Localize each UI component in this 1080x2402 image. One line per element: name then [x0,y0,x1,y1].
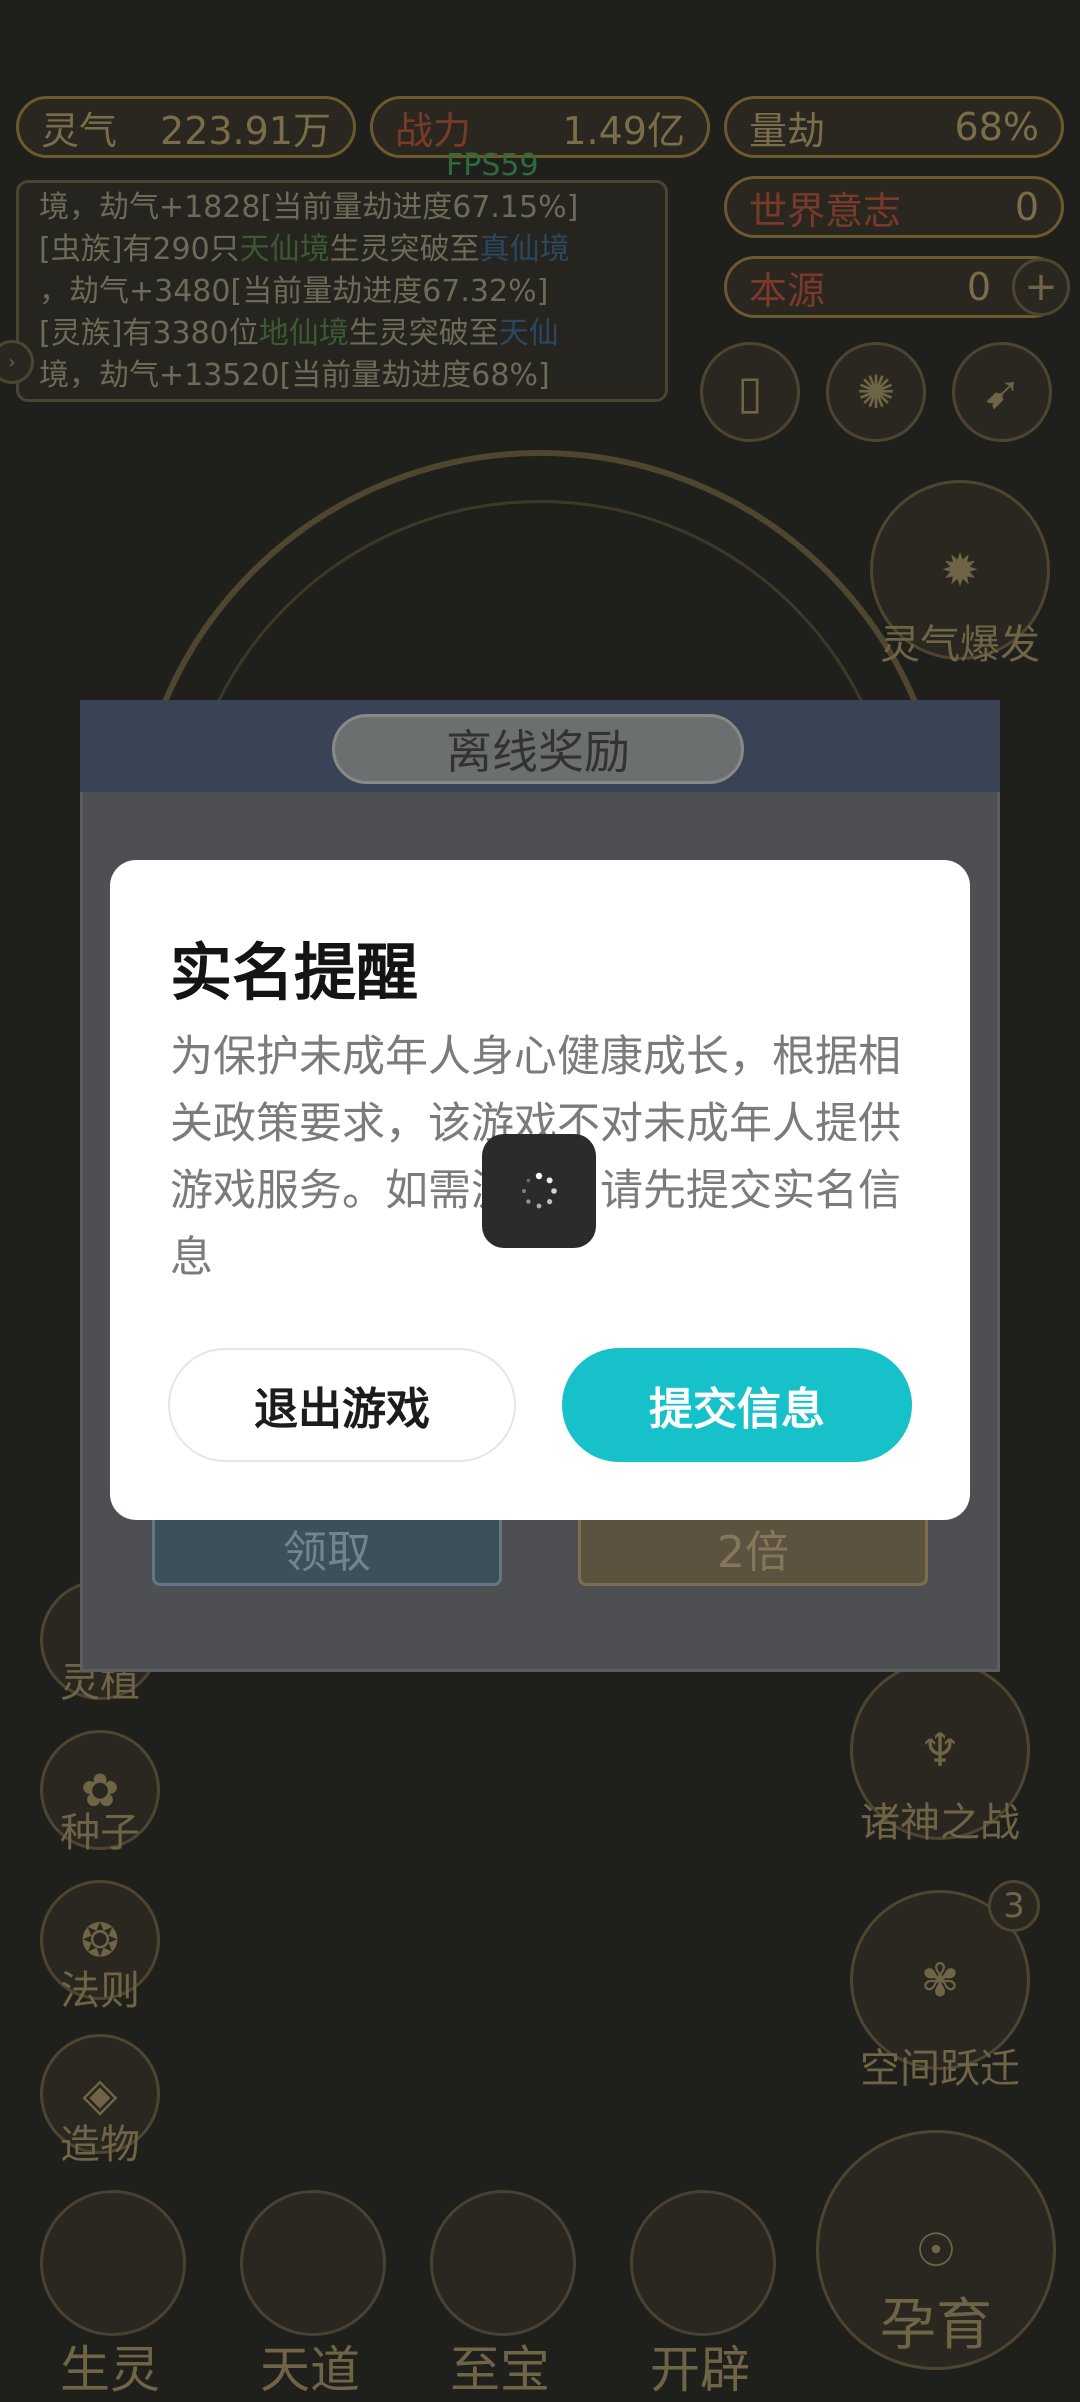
scroll-icon[interactable]: ➹ [952,342,1052,442]
bottom-nav-label: 开辟 [650,2341,750,2399]
space-jump-label: 空间跃迁 [860,2046,1020,2092]
bottom-nav-label: 生灵 [60,2341,160,2399]
swirl-icon[interactable]: ✺ [826,342,926,442]
bottom-nav-label: 天道 [260,2341,360,2399]
log-line-2b: 天仙境 [239,232,330,267]
log-line-3: ，劫气+3480[当前量劫进度67.32%] [39,274,549,309]
log-line-4a: [灵族]有3380位 [39,316,259,351]
log-line-4c: 生灵突破至 [348,316,499,351]
bottom-nav-tiandao[interactable]: 天道 [220,2190,400,2399]
submit-info-button[interactable]: 提交信息 [562,1348,912,1462]
incubate-label: 孕育 [880,2293,992,2358]
battle-gods-label: 诸神之战 [860,1800,1020,1846]
tiandao-icon [240,2190,386,2336]
zhanli-stat: 战力 1.49亿 [370,96,710,158]
zhibao-icon [430,2190,576,2336]
law-label: 法则 [60,1968,140,2014]
offline-reward-title: 离线奖励 [332,714,744,784]
log-line-5: 境，劫气+13520[当前量劫进度68%] [39,358,550,393]
liangjie-stat: 量劫 68% [724,96,1064,158]
liangjie-value: 68% [954,105,1039,149]
world-will-value: 0 [1014,185,1039,229]
loading-spinner-icon [522,1172,557,1209]
log-line-2c: 生灵突破至 [329,232,480,267]
book-icon[interactable]: ▯ [700,342,800,442]
world-will-label: 世界意志 [749,188,902,233]
bottom-nav-label: 至宝 [450,2341,550,2399]
log-line-2d: 真仙境 [479,232,570,267]
zhanli-value: 1.49亿 [562,108,685,153]
benyuan-value: 0 [966,265,991,309]
zhanli-label: 战力 [395,108,472,153]
bottom-nav-zhibao[interactable]: 至宝 [410,2190,590,2399]
lingqi-label: 灵气 [41,108,118,153]
seed-label: 种子 [60,1810,140,1856]
log-line-2a: [虫族]有290只 [39,232,240,267]
shengling-icon [40,2190,186,2336]
add-benyuan-icon[interactable]: + [1012,258,1070,316]
liangjie-label: 量劫 [749,108,826,153]
world-will-stat: 世界意志 0 [724,176,1064,238]
log-line-4b: 地仙境 [258,316,349,351]
lingqi-burst-label: 灵气爆发 [880,622,1040,668]
loading-spinner [482,1134,596,1248]
dialog-title: 实名提醒 [170,936,419,1009]
reward-double-button[interactable]: 2倍 [578,1510,928,1586]
log-line-1: 境，劫气+1828[当前量劫进度67.15%] [39,190,579,225]
bottom-nav-kaipi[interactable]: 开辟 [610,2190,790,2399]
event-log: 境，劫气+1828[当前量劫进度67.15%] [虫族]有290只天仙境生灵突破… [16,180,668,402]
lingqi-value: 223.91万 [160,108,331,153]
bottom-nav-shengling[interactable]: 生灵 [20,2190,200,2399]
log-line-4d: 天仙 [498,316,559,351]
kaipi-icon [630,2190,776,2336]
exit-game-button[interactable]: 退出游戏 [168,1348,516,1462]
lingqi-stat: 灵气 223.91万 [16,96,356,158]
creation-label: 造物 [60,2122,140,2168]
fps-counter: FPS59 [446,148,539,183]
reward-claim-button[interactable]: 领取 [152,1510,502,1586]
space-jump-badge: 3 [988,1880,1040,1932]
benyuan-label: 本源 [749,268,826,313]
